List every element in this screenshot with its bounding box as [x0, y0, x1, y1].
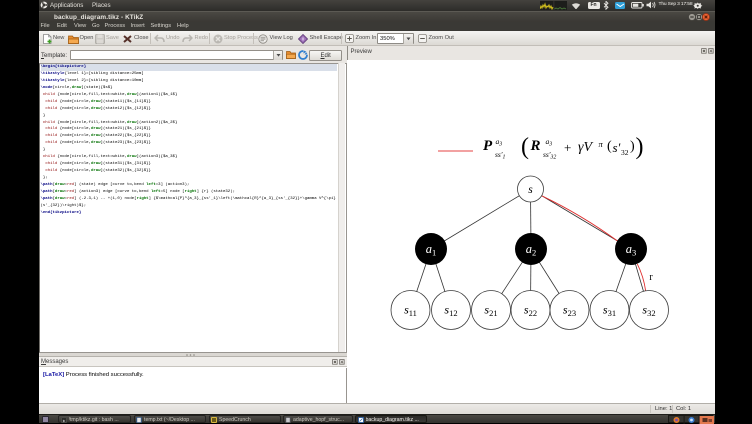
svg-text:r: r — [649, 272, 653, 283]
svg-text:s: s — [528, 184, 533, 196]
